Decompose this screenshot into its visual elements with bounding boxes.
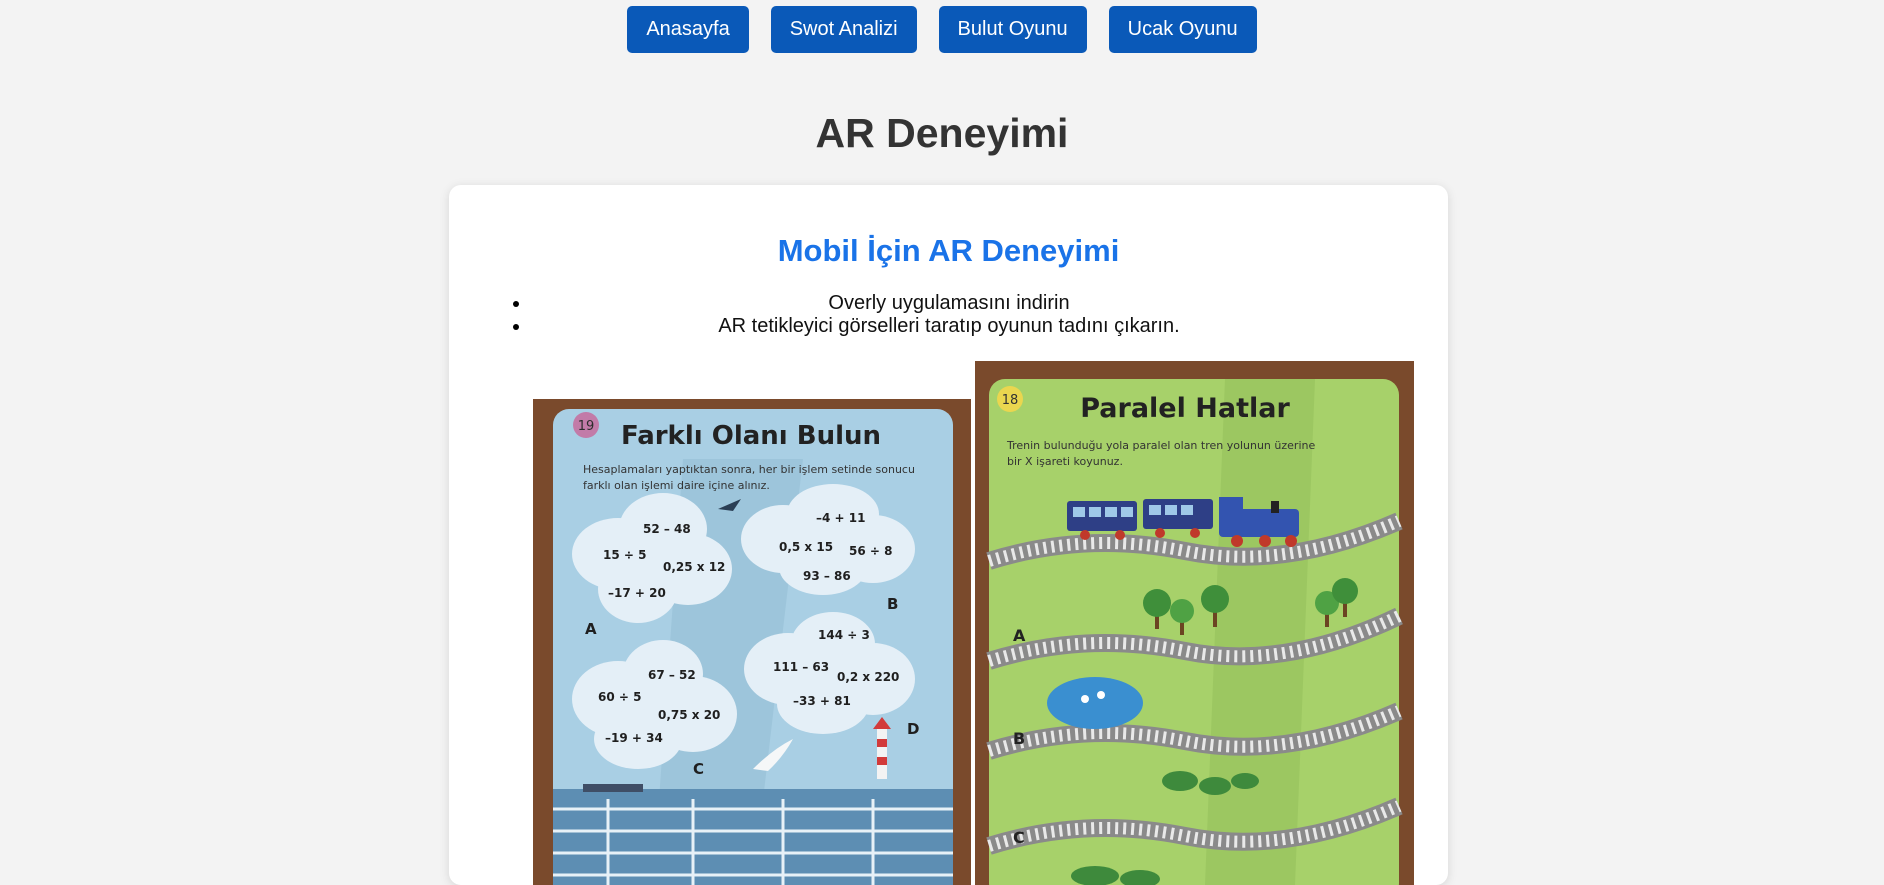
svg-text:0,2 x 220: 0,2 x 220 [837,670,899,684]
ar-trigger-image-farkli-olani-bulun: 19 Farklı Olanı Bulun Hesaplamaları yapt… [533,399,971,885]
svg-text:0,5 x 15: 0,5 x 15 [779,540,833,554]
ship-icon [583,784,643,792]
svg-text:–33 + 81: –33 + 81 [793,694,851,708]
svg-text:93 – 86: 93 – 86 [803,569,851,583]
svg-text:B: B [1013,729,1025,748]
svg-text:–17 + 20: –17 + 20 [608,586,666,600]
trigger-card-description: Hesaplamaları yaptıktan sonra, her bir i… [583,463,915,476]
nav-button-bulut-oyunu[interactable]: Bulut Oyunu [938,6,1087,53]
svg-text:B: B [887,595,898,613]
card-number-badge: 19 [573,412,599,438]
top-nav: Anasayfa Swot Analizi Bulut Oyunu Ucak Oyun… [0,6,1884,53]
svg-text:C: C [693,760,704,778]
ar-trigger-image-paralel-hatlar: 18 Paralel Hatlar Trenin bulunduğu yola … [975,361,1414,885]
instructions-list: Overly uygulamasını indirin AR tetikleyi… [513,292,1383,338]
svg-text:111 – 63: 111 – 63 [773,660,829,674]
svg-text:144 ÷ 3: 144 ÷ 3 [818,628,870,642]
svg-text:C: C [1013,828,1025,847]
instruction-item: AR tetikleyici görselleri taratıp oyunun… [513,315,1383,338]
svg-text:52 – 48: 52 – 48 [643,522,691,536]
svg-text:–4 + 11: –4 + 11 [816,511,865,525]
page-title: AR Deneyimi [815,110,1069,156]
card-number-badge: 18 [997,386,1023,412]
svg-text:15 ÷ 5: 15 ÷ 5 [603,548,646,562]
svg-text:0,75 x 20: 0,75 x 20 [658,708,720,722]
svg-text:56 ÷ 8: 56 ÷ 8 [849,544,892,558]
pond-icon [1047,677,1143,729]
svg-text:18: 18 [1002,393,1019,408]
svg-text:A: A [585,620,597,638]
trigger-card-description: farklı olan işlemi daire içine alınız. [583,479,770,492]
instruction-item: Overly uygulamasını indirin [513,292,1383,315]
nav-button-ucak-oyunu[interactable]: Ucak Oyunu [1108,6,1257,53]
nav-button-swot-analizi[interactable]: Swot Analizi [770,6,917,53]
trigger-card-title: Paralel Hatlar [1080,393,1290,424]
nav-button-anasayfa[interactable]: Anasayfa [627,6,749,53]
trigger-card-description: Trenin bulunduğu yola paralel olan tren … [1006,439,1315,452]
svg-text:A: A [1013,626,1026,645]
svg-text:–19 + 34: –19 + 34 [605,731,663,745]
section-title: Mobil İçin AR Deneyimi [777,233,1120,268]
svg-text:67 – 52: 67 – 52 [648,668,696,682]
trigger-card-title: Farklı Olanı Bulun [621,421,881,451]
svg-text:0,25 x 12: 0,25 x 12 [663,560,725,574]
svg-text:D: D [907,720,919,738]
svg-text:60 ÷ 5: 60 ÷ 5 [598,690,641,704]
svg-text:19: 19 [578,419,595,434]
trigger-card-description: bir X işareti koyunuz. [1007,455,1123,468]
ar-section-card: Mobil İçin AR Deneyimi Overly uygulaması… [449,185,1448,885]
